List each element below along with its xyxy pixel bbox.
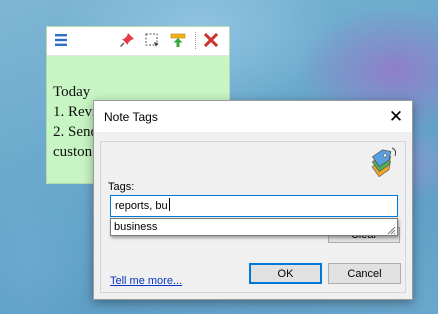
dialog-titlebar[interactable]: Note Tags ✕ bbox=[94, 101, 412, 132]
autocomplete-dropdown: business bbox=[110, 218, 398, 236]
resize-grip-icon[interactable] bbox=[386, 224, 396, 235]
close-icon[interactable]: ✕ bbox=[380, 101, 412, 132]
dashed-square-icon[interactable] bbox=[144, 32, 160, 48]
note-line: 1. Revi bbox=[53, 104, 97, 120]
suggestion-item[interactable]: business bbox=[114, 221, 157, 233]
note-toolbar bbox=[47, 27, 229, 56]
ok-button-label: OK bbox=[277, 267, 294, 280]
tell-me-more-link[interactable]: Tell me more... bbox=[110, 275, 182, 287]
hamburger-menu-icon[interactable] bbox=[53, 32, 69, 48]
tags-input-value: reports, bu bbox=[115, 200, 168, 212]
cancel-button-label: Cancel bbox=[347, 267, 382, 280]
cancel-button[interactable]: Cancel bbox=[328, 263, 401, 284]
tags-icon bbox=[368, 145, 400, 178]
ok-button[interactable]: OK bbox=[249, 263, 322, 284]
arrow-into-tray-icon[interactable] bbox=[170, 32, 186, 48]
red-x-icon[interactable] bbox=[203, 32, 219, 48]
note-line: custon bbox=[53, 144, 93, 160]
tags-input[interactable]: reports, bu bbox=[110, 195, 398, 217]
note-tags-dialog: Note Tags ✕ Tags: Clear reports, bu busi… bbox=[93, 100, 413, 300]
note-line: 2. Send bbox=[53, 124, 98, 140]
dialog-title: Note Tags bbox=[104, 110, 158, 124]
note-line: Today bbox=[53, 84, 91, 100]
tags-label: Tags: bbox=[108, 181, 135, 193]
toolbar-separator bbox=[195, 32, 197, 49]
text-caret bbox=[168, 198, 170, 211]
pushpin-icon[interactable] bbox=[119, 32, 135, 48]
note-text[interactable]: Today 1. Revi 2. Send custon bbox=[53, 82, 98, 162]
